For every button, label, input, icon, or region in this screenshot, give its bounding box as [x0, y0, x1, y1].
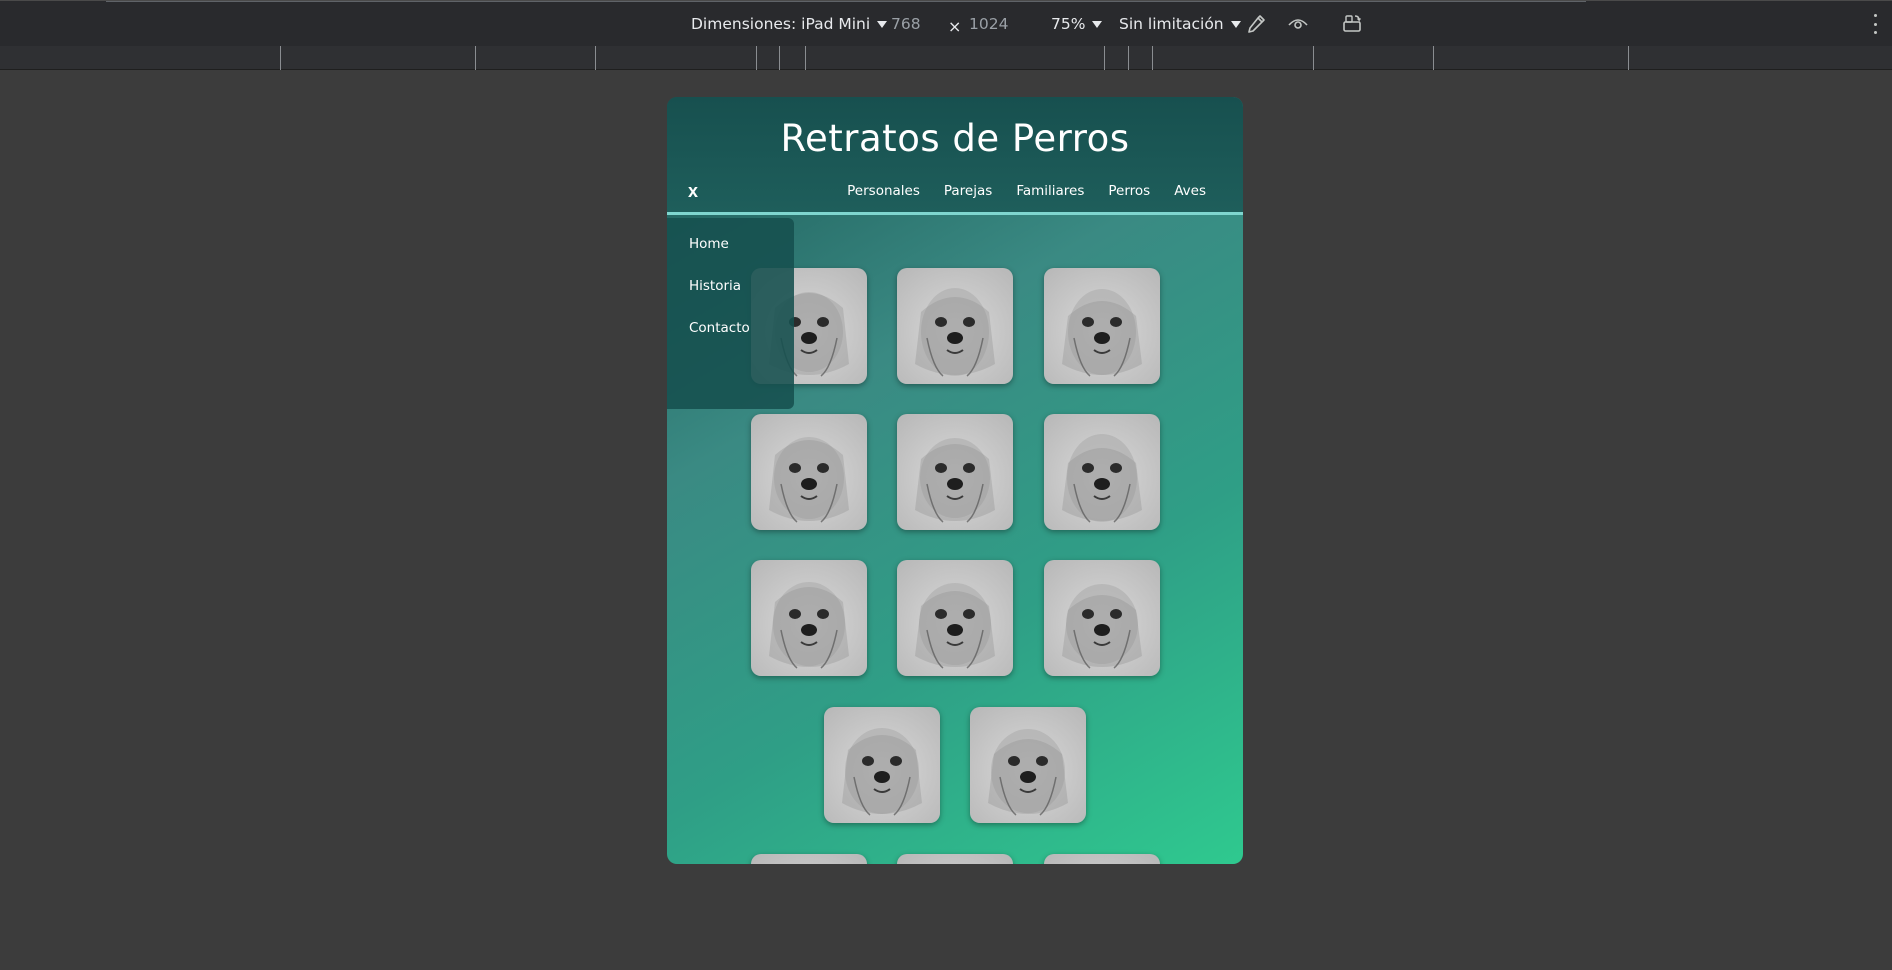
zoom-label: 75%: [1051, 15, 1086, 33]
ruler-mark: [1152, 46, 1153, 70]
chevron-down-icon: [877, 20, 888, 28]
dog-sketch-image: [915, 438, 995, 523]
dog-portrait-14[interactable]: [1044, 854, 1160, 864]
close-menu-button[interactable]: x: [688, 181, 698, 202]
dimensions-label: Dimensiones: iPad Mini: [691, 15, 871, 33]
ruler-mark: [1128, 46, 1129, 70]
device-viewport: Retratos de Perros x Personales Parejas …: [667, 97, 1243, 864]
dog-sketch-image: [1044, 854, 1160, 864]
dog-sketch-image: [769, 582, 849, 669]
ruler-mark: [1104, 46, 1105, 70]
ruler-mark: [805, 46, 806, 70]
ruler-mark: [779, 46, 780, 70]
dog-sketch-image: [842, 728, 922, 816]
dog-portrait-5[interactable]: [897, 414, 1013, 530]
side-menu-home[interactable]: Home: [689, 236, 729, 252]
nav-item-aves[interactable]: Aves: [1174, 183, 1206, 199]
ruler-mark: [475, 46, 476, 70]
dog-portrait-6[interactable]: [1044, 414, 1160, 530]
nav-item-perros[interactable]: Perros: [1108, 183, 1150, 199]
dog-portrait-13[interactable]: [897, 854, 1013, 864]
side-menu-historia[interactable]: Historia: [689, 278, 741, 294]
dog-portrait-11[interactable]: [970, 707, 1086, 823]
dog-sketch-image: [1062, 434, 1142, 523]
nav-item-parejas[interactable]: Parejas: [944, 183, 992, 199]
dimensions-dropdown[interactable]: Dimensiones: iPad Mini: [691, 15, 888, 33]
dog-portrait-8[interactable]: [897, 560, 1013, 676]
dog-sketch-image: [769, 437, 849, 523]
ruler-mark: [1433, 46, 1434, 70]
dog-sketch-image: [988, 729, 1068, 816]
main-nav: Personales Parejas Familiares Perros Ave…: [847, 183, 1206, 199]
device-toolbar: Dimensiones: iPad Mini 768 × 1024 75% Si…: [0, 0, 1892, 46]
ruler-mark: [280, 46, 281, 70]
eye-icon[interactable]: [1287, 13, 1309, 35]
dog-portrait-3[interactable]: [1044, 268, 1160, 384]
toolbar-divider: [106, 1, 1586, 2]
nav-item-familiares[interactable]: Familiares: [1016, 183, 1084, 199]
site-title: Retratos de Perros: [780, 117, 1130, 160]
side-menu-contacto[interactable]: Contacto: [689, 320, 750, 336]
dog-portrait-9[interactable]: [1044, 560, 1160, 676]
chevron-down-icon: [1092, 20, 1103, 28]
rotate-device-icon[interactable]: [1341, 13, 1363, 35]
dog-sketch-image: [751, 854, 867, 864]
side-menu: Home Historia Contacto: [667, 218, 794, 409]
ruler-mark: [756, 46, 757, 70]
media-query-ruler: [0, 46, 1892, 70]
nav-item-personales[interactable]: Personales: [847, 183, 920, 199]
width-input[interactable]: 768: [891, 15, 921, 33]
ruler-mark: [1313, 46, 1314, 70]
color-picker-icon[interactable]: [1245, 13, 1267, 35]
ruler-mark: [595, 46, 596, 70]
site-header: Retratos de Perros x Personales Parejas …: [667, 97, 1243, 215]
dog-portrait-10[interactable]: [824, 707, 940, 823]
dog-sketch-image: [1062, 289, 1142, 377]
throttle-label: Sin limitación: [1119, 15, 1224, 33]
height-value: 1024: [969, 15, 1009, 33]
dog-portrait-4[interactable]: [751, 414, 867, 530]
times-symbol: ×: [948, 17, 962, 36]
zoom-dropdown[interactable]: 75%: [1051, 15, 1103, 33]
ruler-mark: [1628, 46, 1629, 70]
width-value: 768: [891, 15, 921, 33]
dog-sketch-image: [1062, 584, 1142, 669]
dog-sketch-image: [915, 288, 995, 377]
more-vert-icon[interactable]: [1874, 14, 1878, 34]
dog-sketch-image: [897, 854, 1013, 864]
dog-portrait-12[interactable]: [751, 854, 867, 864]
throttle-dropdown[interactable]: Sin limitación: [1119, 15, 1241, 33]
height-input[interactable]: 1024: [969, 15, 1008, 33]
dog-portrait-2[interactable]: [897, 268, 1013, 384]
chevron-down-icon: [1230, 20, 1241, 28]
dog-portrait-7[interactable]: [751, 560, 867, 676]
dog-sketch-image: [915, 583, 995, 669]
